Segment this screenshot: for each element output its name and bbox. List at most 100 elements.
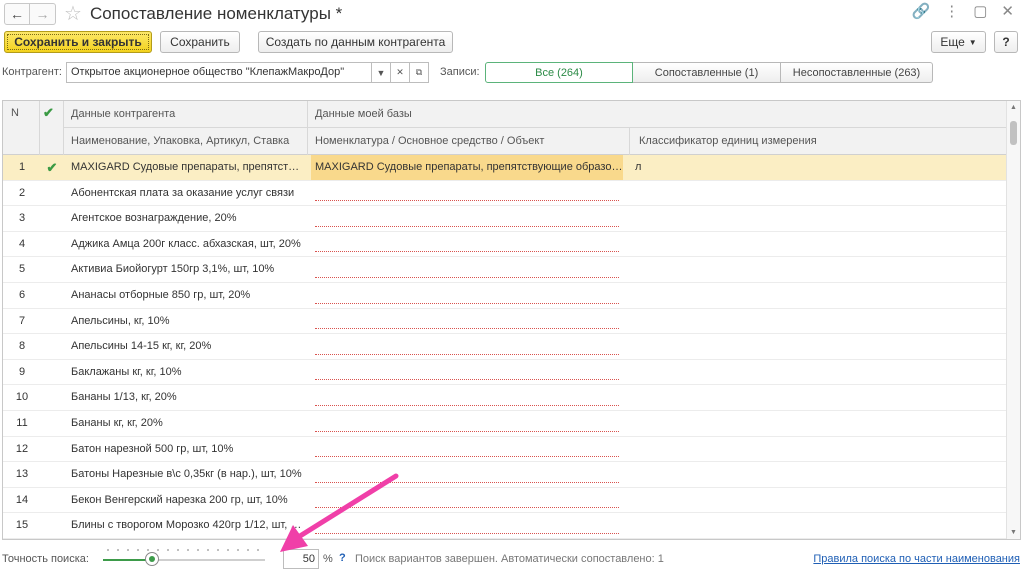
counterparty-item-name: Блины с творогом Морозко 420гр 1/12, шт,… — [71, 519, 303, 532]
unit-field[interactable] — [635, 283, 995, 308]
table-row[interactable]: 3 Агентское вознаграждение, 20% — [3, 206, 1008, 232]
col-n[interactable]: N — [11, 107, 19, 119]
table-body: 1 ✔ MAXIGARD Судовые препараты, препятст… — [3, 155, 1008, 539]
open-button[interactable]: ⧉ — [410, 62, 429, 83]
search-rules-link[interactable]: Правила поиска по части наименования — [813, 553, 1020, 565]
counterparty-item-name: Активиа Биойогурт 150гр 3,1%, шт, 10% — [71, 263, 275, 276]
nomenclature-field[interactable] — [311, 411, 623, 436]
vertical-scrollbar[interactable]: ▲ ▼ — [1006, 101, 1020, 539]
required-underline — [315, 430, 619, 432]
search-accuracy-bar: Точность поиска: % ? Поиск вариантов зав… — [0, 548, 1024, 570]
col-nomenclature[interactable]: Номенклатура / Основное средство / Объек… — [315, 135, 544, 147]
table-row[interactable]: 4 Аджика Амца 200г класс. абхазская, шт,… — [3, 232, 1008, 258]
row-number: 13 — [15, 468, 29, 481]
nomenclature-field[interactable] — [311, 360, 623, 385]
nomenclature-field[interactable] — [311, 488, 623, 513]
matching-table: N ✔ Данные контрагента Данные моей базы … — [2, 100, 1021, 540]
unit-field[interactable] — [635, 513, 995, 538]
counterparty-label: Контрагент: — [2, 66, 62, 78]
accuracy-input[interactable] — [283, 549, 319, 569]
unit-field[interactable] — [635, 309, 995, 334]
table-row[interactable]: 14 Бекон Венгерский нарезка 200 гр, шт, … — [3, 488, 1008, 514]
nomenclature-field[interactable] — [311, 385, 623, 410]
nomenclature-field[interactable] — [311, 309, 623, 334]
table-row[interactable]: 8 Апельсины 14-15 кг, кг, 20% — [3, 334, 1008, 360]
match-status — [41, 283, 63, 308]
required-underline — [315, 456, 619, 458]
back-button[interactable]: ← — [4, 3, 30, 25]
save-button[interactable]: Сохранить — [160, 31, 240, 53]
maximize-icon[interactable]: ▢ — [973, 2, 987, 20]
counterparty-field[interactable]: Открытое акционерное общество "КлепажМак… — [66, 62, 372, 83]
unit-field[interactable] — [635, 206, 995, 231]
records-label: Записи: — [440, 66, 480, 78]
create-by-counterparty-button[interactable]: Создать по данным контрагента — [258, 31, 453, 53]
tab-all[interactable]: Все (264) — [485, 62, 633, 83]
match-status — [41, 488, 63, 513]
unit-field[interactable] — [635, 360, 995, 385]
unit-field[interactable] — [635, 257, 995, 282]
tab-matched[interactable]: Сопоставленные (1) — [633, 62, 781, 83]
table-row[interactable]: 15 Блины с творогом Морозко 420гр 1/12, … — [3, 513, 1008, 539]
counterparty-item-name: Бекон Венгерский нарезка 200 гр, шт, 10% — [71, 493, 288, 506]
nomenclature-field[interactable] — [311, 257, 623, 282]
dropdown-button[interactable]: ▼ — [372, 62, 391, 83]
link-icon[interactable]: 🔗 — [912, 2, 931, 20]
unit-field[interactable] — [635, 385, 995, 410]
page-title: Сопоставление номенклатуры * — [89, 4, 343, 23]
match-status — [41, 232, 63, 257]
match-status — [41, 513, 63, 538]
scroll-up-icon[interactable]: ▲ — [1010, 104, 1017, 111]
counterparty-item-name: Апельсины 14-15 кг, кг, 20% — [71, 340, 212, 353]
nomenclature-field[interactable] — [311, 462, 623, 487]
col-unit-classifier[interactable]: Классификатор единиц измерения — [639, 135, 817, 147]
col-name[interactable]: Наименование, Упаковка, Артикул, Ставка — [71, 135, 289, 147]
table-row[interactable]: 7 Апельсины, кг, 10% — [3, 309, 1008, 335]
command-bar: Сохранить и закрыть Сохранить Создать по… — [0, 31, 1024, 55]
forward-button[interactable]: → — [30, 3, 56, 25]
nomenclature-field[interactable] — [311, 283, 623, 308]
counterparty-item-name: Аджика Амца 200г класс. абхазская, шт, 2… — [71, 237, 301, 250]
help-button[interactable]: ? — [994, 31, 1018, 53]
check-header-icon[interactable]: ✔ — [43, 105, 54, 121]
table-row[interactable]: 12 Батон нарезной 500 гр, шт, 10% — [3, 437, 1008, 463]
required-underline — [315, 507, 619, 509]
unit-field[interactable] — [635, 232, 995, 257]
tab-unmatched[interactable]: Несопоставленные (263) — [781, 62, 933, 83]
scroll-thumb[interactable] — [1010, 121, 1017, 145]
nomenclature-field[interactable] — [311, 232, 623, 257]
help-icon[interactable]: ? — [339, 552, 346, 564]
nomenclature-field[interactable] — [311, 206, 623, 231]
accuracy-slider-handle[interactable] — [144, 552, 159, 566]
close-icon[interactable]: ✕ — [1001, 2, 1014, 20]
table-row[interactable]: 2 Абонентская плата за оказание услуг св… — [3, 181, 1008, 207]
search-status-text: Поиск вариантов завершен. Автоматически … — [355, 553, 664, 565]
save-and-close-button[interactable]: Сохранить и закрыть — [4, 31, 152, 53]
unit-field[interactable] — [635, 437, 995, 462]
more-button[interactable]: Еще ▼ — [931, 31, 986, 53]
filter-row: Контрагент: Открытое акционерное обществ… — [0, 62, 1024, 84]
more-menu-icon[interactable]: ⋮ — [944, 2, 959, 20]
table-row[interactable]: 13 Батоны Нарезные в\с 0,35кг (в нар.), … — [3, 462, 1008, 488]
unit-field[interactable] — [635, 181, 995, 206]
nomenclature-field[interactable] — [311, 181, 623, 206]
unit-field[interactable]: л — [635, 155, 995, 180]
nomenclature-field[interactable] — [311, 513, 623, 538]
table-row[interactable]: 5 Активиа Биойогурт 150гр 3,1%, шт, 10% — [3, 257, 1008, 283]
table-row[interactable]: 6 Ананасы отборные 850 гр, шт, 20% — [3, 283, 1008, 309]
nomenclature-field[interactable] — [311, 334, 623, 359]
table-row[interactable]: 10 Бананы 1/13, кг, 20% — [3, 385, 1008, 411]
unit-field[interactable] — [635, 411, 995, 436]
table-row[interactable]: 11 Бананы кг, кг, 20% — [3, 411, 1008, 437]
table-row[interactable]: 9 Баклажаны кг, кг, 10% — [3, 360, 1008, 386]
counterparty-item-name: Баклажаны кг, кг, 10% — [71, 365, 182, 378]
unit-field[interactable] — [635, 488, 995, 513]
table-row[interactable]: 1 ✔ MAXIGARD Судовые препараты, препятст… — [3, 155, 1008, 181]
nomenclature-field[interactable]: MAXIGARD Судовые препараты, препятствующ… — [311, 155, 623, 180]
clear-button[interactable]: ✕ — [391, 62, 410, 83]
scroll-down-icon[interactable]: ▼ — [1010, 529, 1017, 536]
unit-field[interactable] — [635, 334, 995, 359]
nomenclature-field[interactable] — [311, 437, 623, 462]
favorite-star-icon[interactable]: ☆ — [64, 4, 82, 24]
unit-field[interactable] — [635, 462, 995, 487]
